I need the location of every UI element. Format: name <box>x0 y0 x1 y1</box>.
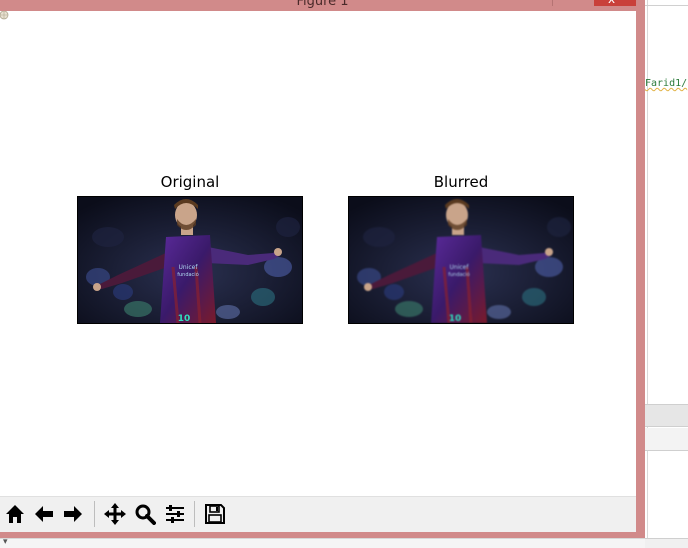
app-logo-icon <box>0 11 9 20</box>
svg-text:Unicef: Unicef <box>450 264 470 271</box>
zoom-button[interactable] <box>131 500 159 528</box>
blurred-image: Unicef fundació 10 <box>348 196 574 324</box>
svg-text:10: 10 <box>449 314 462 323</box>
arrow-left-icon <box>35 506 53 522</box>
back-button[interactable] <box>30 500 58 528</box>
code-fragment: Farid1/ <box>645 78 688 89</box>
title-bar[interactable]: Figure 1 x <box>0 0 645 11</box>
player-photo-blurred: Unicef fundació 10 <box>349 197 573 323</box>
configure-subplots-button[interactable] <box>161 500 189 528</box>
navigation-toolbar <box>0 496 636 532</box>
floppy-icon <box>205 504 225 524</box>
editor-panel-header <box>645 404 688 427</box>
svg-text:fundació: fundació <box>177 271 199 278</box>
window-title: Figure 1 <box>296 0 349 9</box>
toolbar-separator <box>194 501 195 527</box>
save-button[interactable] <box>201 500 229 528</box>
home-button[interactable] <box>1 500 29 528</box>
figure-canvas[interactable]: Original Unicef fundació 10 Blurred Unic… <box>0 11 636 532</box>
close-icon: x <box>608 0 615 6</box>
scroll-arrow-icon[interactable]: ▾ <box>3 537 8 547</box>
home-icon <box>6 505 24 523</box>
svg-text:Unicef: Unicef <box>179 264 199 271</box>
subplot-title-original: Original <box>160 173 220 191</box>
arrow-right-icon <box>64 506 82 522</box>
player-photo-original: Unicef fundació 10 <box>78 197 302 323</box>
maximize-button[interactable] <box>580 0 592 6</box>
close-button[interactable]: x <box>594 0 636 6</box>
background-editor-window: Farid1/ <box>645 0 688 548</box>
toolbar-separator <box>94 501 95 527</box>
magnifier-icon <box>135 504 156 525</box>
editor-divider <box>645 5 688 6</box>
pan-button[interactable] <box>101 500 129 528</box>
svg-text:10: 10 <box>178 314 191 323</box>
editor-panel-row <box>645 428 688 451</box>
move-icon <box>104 503 126 525</box>
subplot-title-blurred: Blurred <box>433 173 489 191</box>
forward-button[interactable] <box>59 500 87 528</box>
sliders-icon <box>166 505 184 523</box>
svg-text:fundació: fundació <box>448 271 470 278</box>
editor-code-line: Farid1/ <box>645 78 687 89</box>
original-image: Unicef fundació 10 <box>77 196 303 324</box>
minimize-button[interactable] <box>552 0 582 6</box>
